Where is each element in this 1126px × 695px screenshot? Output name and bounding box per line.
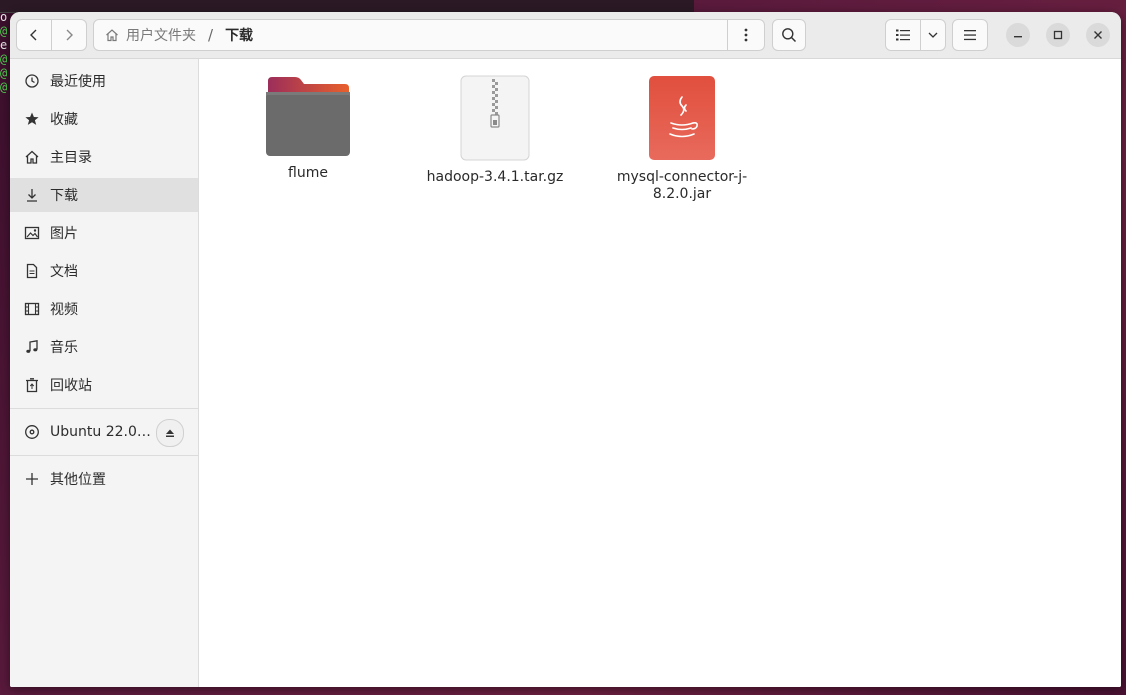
file-item-archive[interactable]: hadoop-3.4.1.tar.gz [420,75,570,186]
sidebar-item-label: 主目录 [50,150,92,166]
search-button[interactable] [772,19,806,51]
file-name: mysql-connector-j- 8.2.0.jar [607,169,757,203]
breadcrumb-home-label: 用户文件夹 [126,28,196,44]
folder-icon [266,77,350,156]
background-terminal-text: op @l e/ @l @l @l [0,10,8,94]
sidebar-item-pictures[interactable]: 图片 [10,216,198,250]
forward-button[interactable] [51,19,87,51]
star-icon [23,110,41,128]
download-icon [23,186,41,204]
search-icon [782,28,797,43]
list-view-button[interactable] [885,19,921,51]
close-button[interactable] [1086,23,1110,47]
home-icon [106,29,118,42]
maximize-icon [1053,30,1063,40]
file-item-folder[interactable]: flume [233,75,383,182]
main-menu-button[interactable] [952,19,988,51]
document-icon [23,262,41,280]
file-name-line: mysql-connector-j- [616,169,748,185]
maximize-button[interactable] [1046,23,1070,47]
eject-button[interactable] [156,419,184,447]
sidebar-item-label: 视频 [50,302,78,318]
minimize-button[interactable] [1006,23,1030,47]
sidebar-item-videos[interactable]: 视频 [10,292,198,326]
sidebar-item-starred[interactable]: 收藏 [10,102,198,136]
chevron-left-icon [30,29,37,41]
sidebar-item-label: 图片 [50,226,78,242]
breadcrumb-current[interactable]: 下载 [225,25,253,45]
back-button[interactable] [16,19,52,51]
sidebar-item-label: 回收站 [50,378,92,394]
headerbar: 用户文件夹 / 下载 [10,12,1121,59]
trash-icon [23,376,41,394]
minimize-icon [1014,36,1022,38]
view-options-dropdown[interactable] [920,19,946,51]
sidebar-item-label: 其他位置 [50,472,106,488]
chevron-down-icon [928,32,938,38]
home-icon [23,148,41,166]
sidebar-item-home[interactable]: 主目录 [10,140,198,174]
close-icon [1094,31,1102,39]
java-icon [649,76,715,160]
sidebar-item-label: Ubuntu 22.0… [50,424,151,440]
sidebar-item-downloads[interactable]: 下载 [10,178,198,212]
breadcrumb-home[interactable]: 用户文件夹 [94,25,196,45]
sidebar-divider [10,408,198,409]
film-icon [23,300,41,318]
image-icon [23,224,41,242]
sidebar-item-label: 最近使用 [50,74,106,90]
archive-icon [460,75,530,161]
sidebar-item-documents[interactable]: 文档 [10,254,198,288]
chevron-right-icon [66,29,73,41]
file-manager-window: 用户文件夹 / 下载 最近使用 收藏 主目录 下载 图片 文档 视频 音乐 回收… [10,12,1121,687]
sidebar-item-label: 音乐 [50,340,78,356]
path-menu-button[interactable] [727,19,764,51]
path-bar: 用户文件夹 / 下载 [93,19,765,51]
eject-icon [166,429,174,437]
music-icon [23,338,41,356]
sidebar-item-trash[interactable]: 回收站 [10,368,198,402]
file-name: hadoop-3.4.1.tar.gz [426,169,564,185]
sidebar-item-label: 收藏 [50,112,78,128]
plus-icon [23,470,41,488]
disc-icon [23,423,41,441]
places-sidebar: 最近使用 收藏 主目录 下载 图片 文档 视频 音乐 回收站 Ubuntu 22… [10,59,199,687]
list-view-icon [896,29,910,41]
sidebar-item-label: 文档 [50,264,78,280]
file-view: flume hadoop-3.4.1.tar.gz mysql-connecto… [199,59,1121,687]
sidebar-item-device[interactable]: Ubuntu 22.0… [10,415,198,449]
file-name-line: 8.2.0.jar [652,186,712,202]
sidebar-item-music[interactable]: 音乐 [10,330,198,364]
file-item-java[interactable]: mysql-connector-j- 8.2.0.jar [607,75,757,203]
vertical-dots-icon [744,28,748,42]
sidebar-item-label: 下载 [50,188,78,204]
clock-icon [23,72,41,90]
sidebar-divider [10,455,198,456]
sidebar-item-other-locations[interactable]: 其他位置 [10,462,198,496]
file-name: flume [288,165,328,181]
sidebar-item-recent[interactable]: 最近使用 [10,64,198,98]
hamburger-icon [964,30,976,41]
breadcrumb-separator: / [208,26,214,44]
